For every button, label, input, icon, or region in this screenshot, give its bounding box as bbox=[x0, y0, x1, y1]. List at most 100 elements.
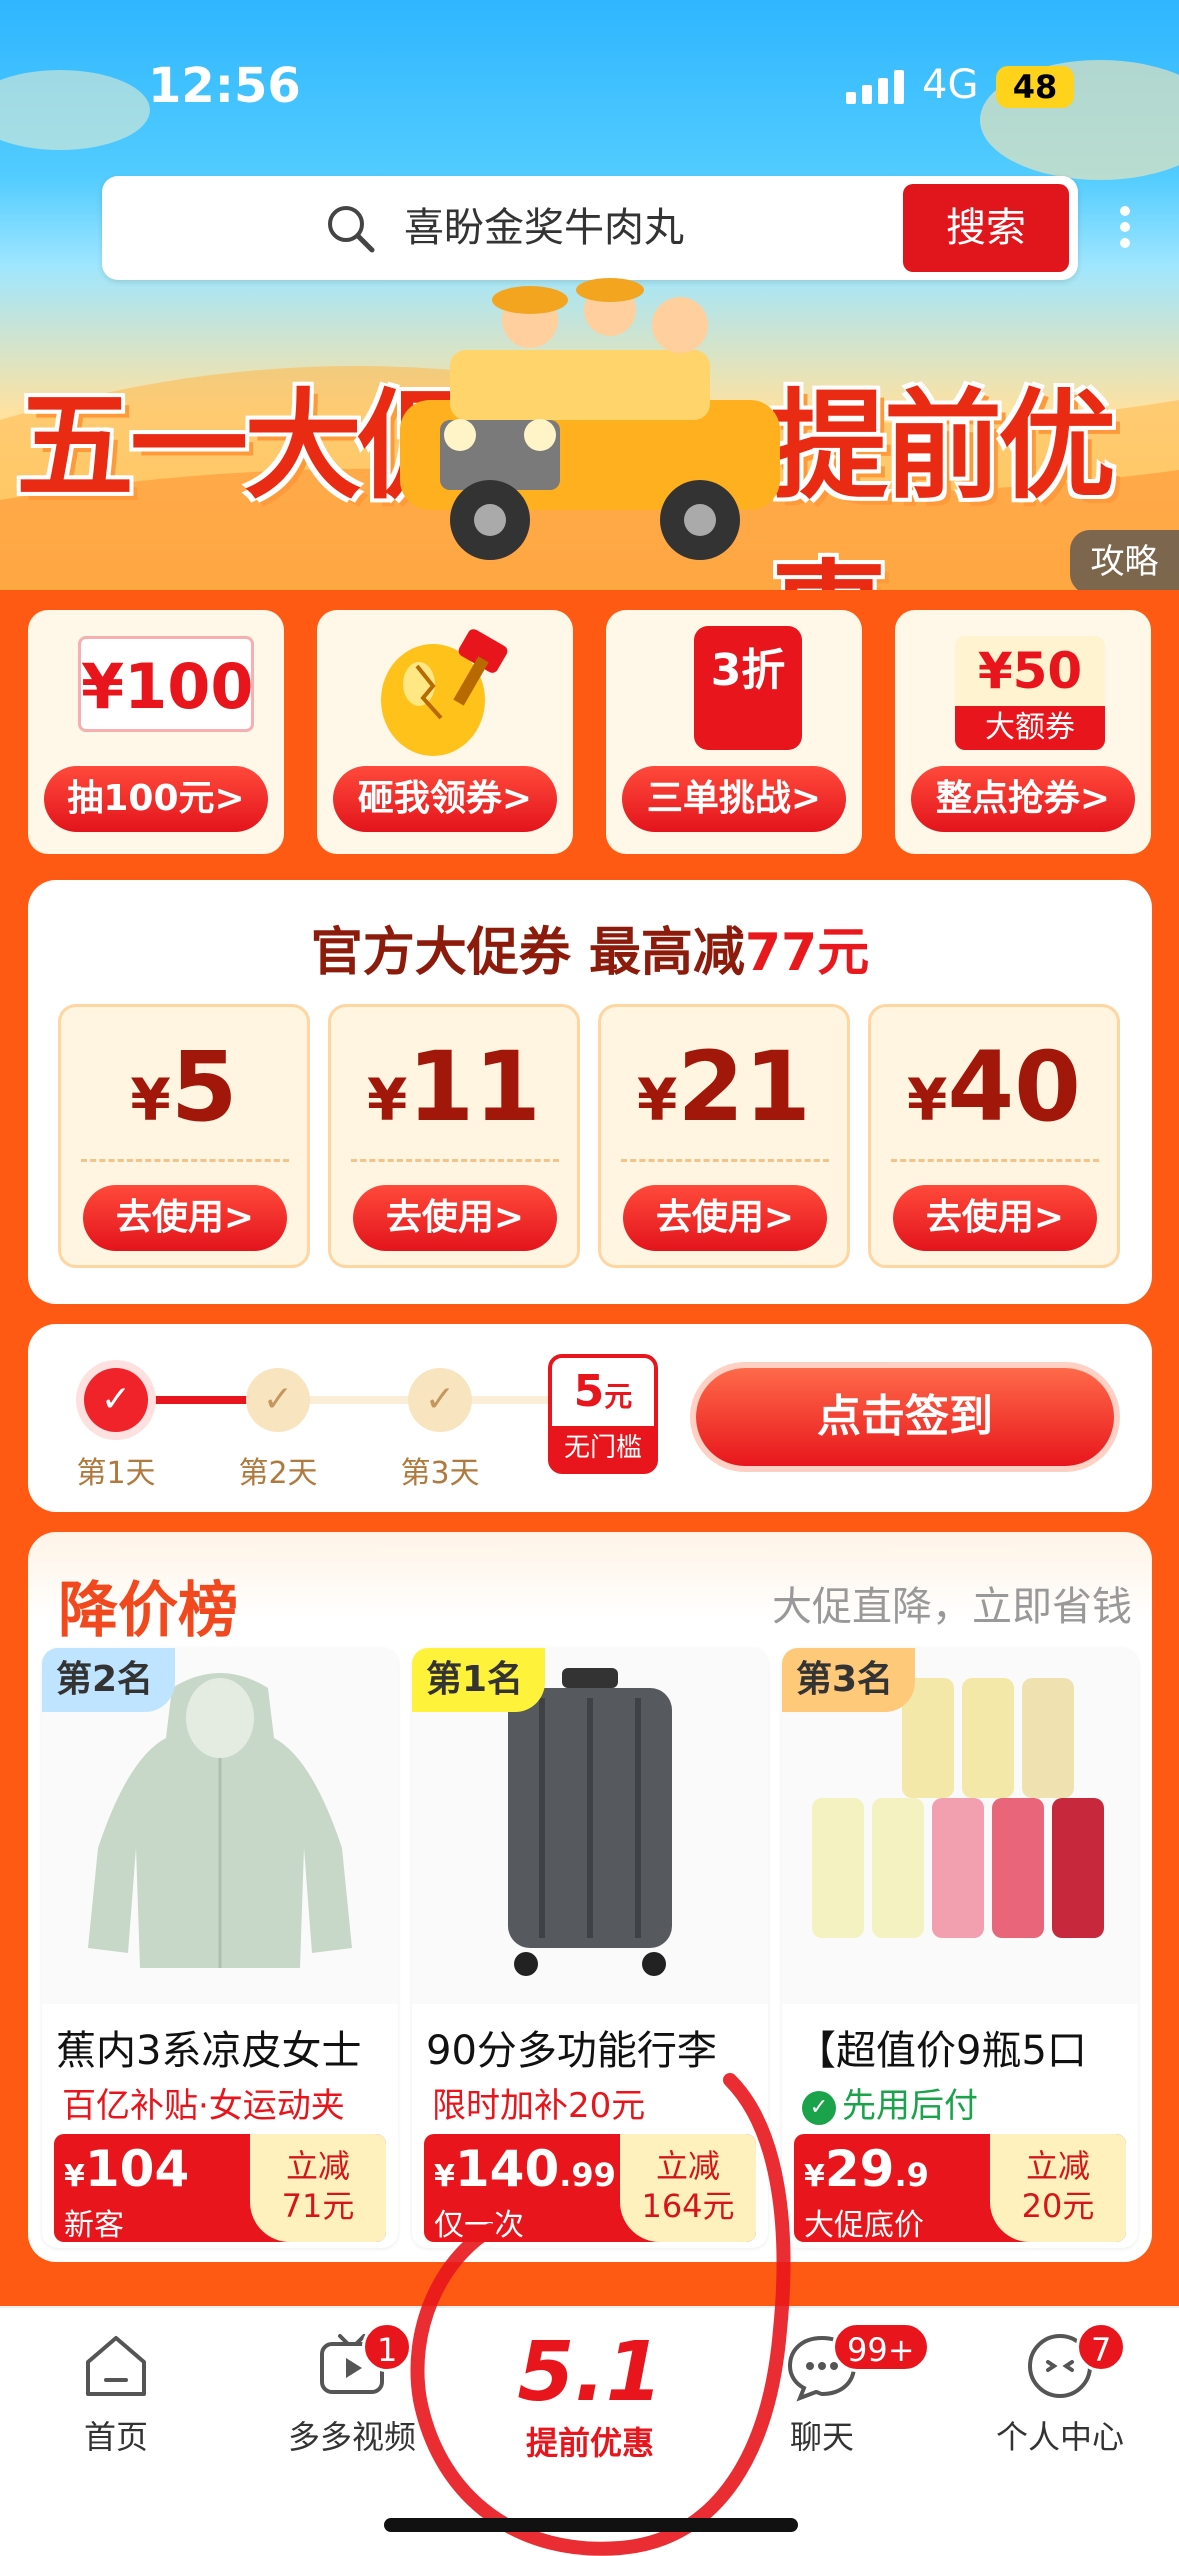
entry-three-orders[interactable]: 3折 三单挑战> bbox=[606, 610, 862, 854]
product-tag: 限时加补20元 bbox=[432, 2086, 646, 2126]
coupons-title-suffix: 元 bbox=[817, 923, 870, 983]
tab-chat[interactable]: 聊天 99+ bbox=[722, 2322, 930, 2468]
promo-banner: 12:56 4G 48 喜盼金奖牛肉丸 搜索 五一大促 提前优惠 攻略 bbox=[0, 0, 1179, 590]
entry-art-text: ¥50 bbox=[955, 636, 1105, 706]
product-rank-badge: 第3名 bbox=[782, 1648, 916, 1712]
product-price: ¥140.99 bbox=[434, 2140, 616, 2198]
big-coupon-icon: ¥50 大额券 bbox=[935, 626, 1111, 756]
battery-level: 48 bbox=[1012, 68, 1058, 106]
day-label: 第3天 bbox=[400, 1456, 480, 1491]
more-options-icon[interactable] bbox=[1110, 200, 1140, 256]
progress-line bbox=[148, 1396, 248, 1404]
coupon-divider bbox=[81, 1159, 289, 1162]
product-tag: 百亿补贴·女运动夹 bbox=[62, 2086, 345, 2126]
coupon-value: ¥11 bbox=[367, 1031, 541, 1143]
home-icon bbox=[86, 2336, 146, 2396]
deals-logo-icon: 5.1 bbox=[517, 2325, 663, 2420]
product-card[interactable]: 第1名 90分多功能行李 限时加补20元 ¥140.99 仅一次 立减 164元 bbox=[412, 1648, 768, 2248]
tab-early-deals[interactable]: 5.1 提前优惠 bbox=[490, 2328, 690, 2468]
tab-label: 多多视频 bbox=[287, 2418, 416, 2456]
entry-smash-egg[interactable]: 砸我领券> bbox=[317, 610, 573, 854]
ranking-subtitle[interactable]: 大促直降，立即省钱 bbox=[772, 1574, 1132, 1632]
signal-icon bbox=[846, 70, 904, 104]
golden-egg-icon bbox=[381, 629, 508, 756]
product-rank-badge: 第2名 bbox=[42, 1648, 176, 1712]
day-label: 第2天 bbox=[238, 1456, 318, 1491]
search-icon bbox=[328, 206, 375, 253]
discount-envelope-icon: 3折 bbox=[646, 626, 822, 756]
guide-button[interactable]: 攻略 bbox=[1070, 530, 1179, 590]
notification-badge: 99+ bbox=[832, 2322, 930, 2372]
entry-button[interactable]: 三单挑战> bbox=[622, 766, 846, 832]
home-indicator[interactable] bbox=[384, 2518, 798, 2532]
coupon-card[interactable]: ¥11 去使用> bbox=[328, 1004, 580, 1268]
discount-badge: 立减 164元 bbox=[620, 2134, 756, 2242]
entry-button[interactable]: 砸我领券> bbox=[333, 766, 557, 832]
coupon-value: ¥5 bbox=[130, 1031, 238, 1143]
status-time: 12:56 bbox=[148, 58, 301, 114]
tab-label: 聊天 bbox=[789, 2418, 854, 2456]
notification-badge: 1 bbox=[362, 2322, 413, 2372]
coupon-card[interactable]: ¥21 去使用> bbox=[598, 1004, 850, 1268]
price-box: ¥29.9 大促底价 立减 20元 bbox=[794, 2134, 1126, 2243]
checkin-button[interactable]: 点击签到 bbox=[696, 1368, 1114, 1466]
entry-button[interactable]: 抽100元> bbox=[44, 766, 268, 832]
day-label: 第1天 bbox=[76, 1456, 156, 1491]
use-coupon-button[interactable]: 去使用> bbox=[623, 1185, 827, 1251]
coupon-card[interactable]: ¥5 去使用> bbox=[58, 1004, 310, 1268]
coupon-divider bbox=[891, 1159, 1099, 1162]
product-card[interactable]: 第3名 【超值价9瓶5口 ✓ 先用后付 ¥29.9 大促底价 立减 20元 bbox=[782, 1648, 1138, 2248]
product-card[interactable]: 第2名 蕉内3系凉皮女士 百亿补贴·女运动夹 ¥104 新客 立减 71元 bbox=[42, 1648, 398, 2248]
coupons-title: 官方大促券 最高减77元 bbox=[28, 910, 1152, 985]
coupon-value: ¥21 bbox=[637, 1031, 811, 1143]
official-coupons-card: 官方大促券 最高减77元 ¥5 去使用> ¥11 去使用> ¥21 去使用> ¥… bbox=[28, 880, 1152, 1304]
notification-badge: 7 bbox=[1076, 2322, 1127, 2372]
entry-lottery[interactable]: ¥100 抽100元> bbox=[28, 610, 284, 854]
tab-label: 首页 bbox=[83, 2418, 148, 2456]
product-name: 蕉内3系凉皮女士 bbox=[56, 2028, 362, 2074]
status-bar: 12:56 4G 48 bbox=[0, 0, 1179, 170]
tab-home[interactable]: 首页 bbox=[16, 2328, 216, 2468]
day-2-check-icon: ✓ bbox=[246, 1368, 310, 1432]
price-box: ¥140.99 仅一次 立减 164元 bbox=[424, 2134, 756, 2243]
reward-subtitle: 无门槛 bbox=[552, 1426, 654, 1470]
network-type: 4G bbox=[922, 62, 979, 108]
entry-art-text: ¥100 bbox=[78, 636, 254, 732]
tab-label: 个人中心 bbox=[995, 2418, 1124, 2456]
entry-art-text: 3折 bbox=[694, 626, 802, 750]
use-coupon-button[interactable]: 去使用> bbox=[893, 1185, 1097, 1251]
checkin-reward-badge: 5元 无门槛 bbox=[548, 1354, 658, 1474]
product-price: ¥104 bbox=[64, 2140, 190, 2198]
discount-badge: 立减 71元 bbox=[250, 2134, 386, 2242]
jeep-illustration bbox=[400, 278, 780, 560]
discount-badge: 立减 20元 bbox=[990, 2134, 1126, 2242]
entry-hourly-coupon[interactable]: ¥50 大额券 整点抢券> bbox=[895, 610, 1151, 854]
checkin-card: ✓ ✓ ✓ 第1天 第2天 第3天 5元 无门槛 点击签到 bbox=[28, 1324, 1152, 1512]
price-box: ¥104 新客 立减 71元 bbox=[54, 2134, 386, 2243]
coupon-divider bbox=[351, 1159, 559, 1162]
reward-amount: 5元 bbox=[573, 1366, 633, 1417]
entry-art-subtext: 大额券 bbox=[955, 706, 1105, 750]
search-input[interactable]: 喜盼金奖牛肉丸 bbox=[404, 200, 684, 256]
product-name: 【超值价9瓶5口 bbox=[796, 2028, 1087, 2074]
price-note: 新客 bbox=[64, 2208, 124, 2243]
product-rank-badge: 第1名 bbox=[412, 1648, 546, 1712]
coupon-value: ¥40 bbox=[907, 1031, 1081, 1143]
pay-later-icon: ✓ bbox=[802, 2090, 836, 2125]
price-drop-ranking: 降价榜 大促直降，立即省钱 第2名 蕉内3系凉皮女士 百亿补贴·女运动夹 ¥10… bbox=[28, 1532, 1152, 2262]
day-3-check-icon: ✓ bbox=[408, 1368, 472, 1432]
coupon-card[interactable]: ¥40 去使用> bbox=[868, 1004, 1120, 1268]
coupon-100-icon: ¥100 bbox=[68, 626, 254, 756]
product-price: ¥29.9 bbox=[804, 2140, 929, 2198]
price-note: 仅一次 bbox=[434, 2208, 524, 2243]
product-tag: ✓ 先用后付 bbox=[802, 2078, 978, 2127]
use-coupon-button[interactable]: 去使用> bbox=[83, 1185, 287, 1251]
tab-video[interactable]: 多多视频 1 bbox=[252, 2322, 452, 2468]
use-coupon-button[interactable]: 去使用> bbox=[353, 1185, 557, 1251]
tab-profile[interactable]: 个人中心 7 bbox=[960, 2322, 1160, 2468]
search-button[interactable]: 搜索 bbox=[903, 184, 1069, 272]
day-1-check-icon: ✓ bbox=[84, 1368, 148, 1432]
coupon-divider bbox=[621, 1159, 829, 1162]
entry-button[interactable]: 整点抢券> bbox=[911, 766, 1135, 832]
price-note: 大促底价 bbox=[804, 2208, 924, 2243]
